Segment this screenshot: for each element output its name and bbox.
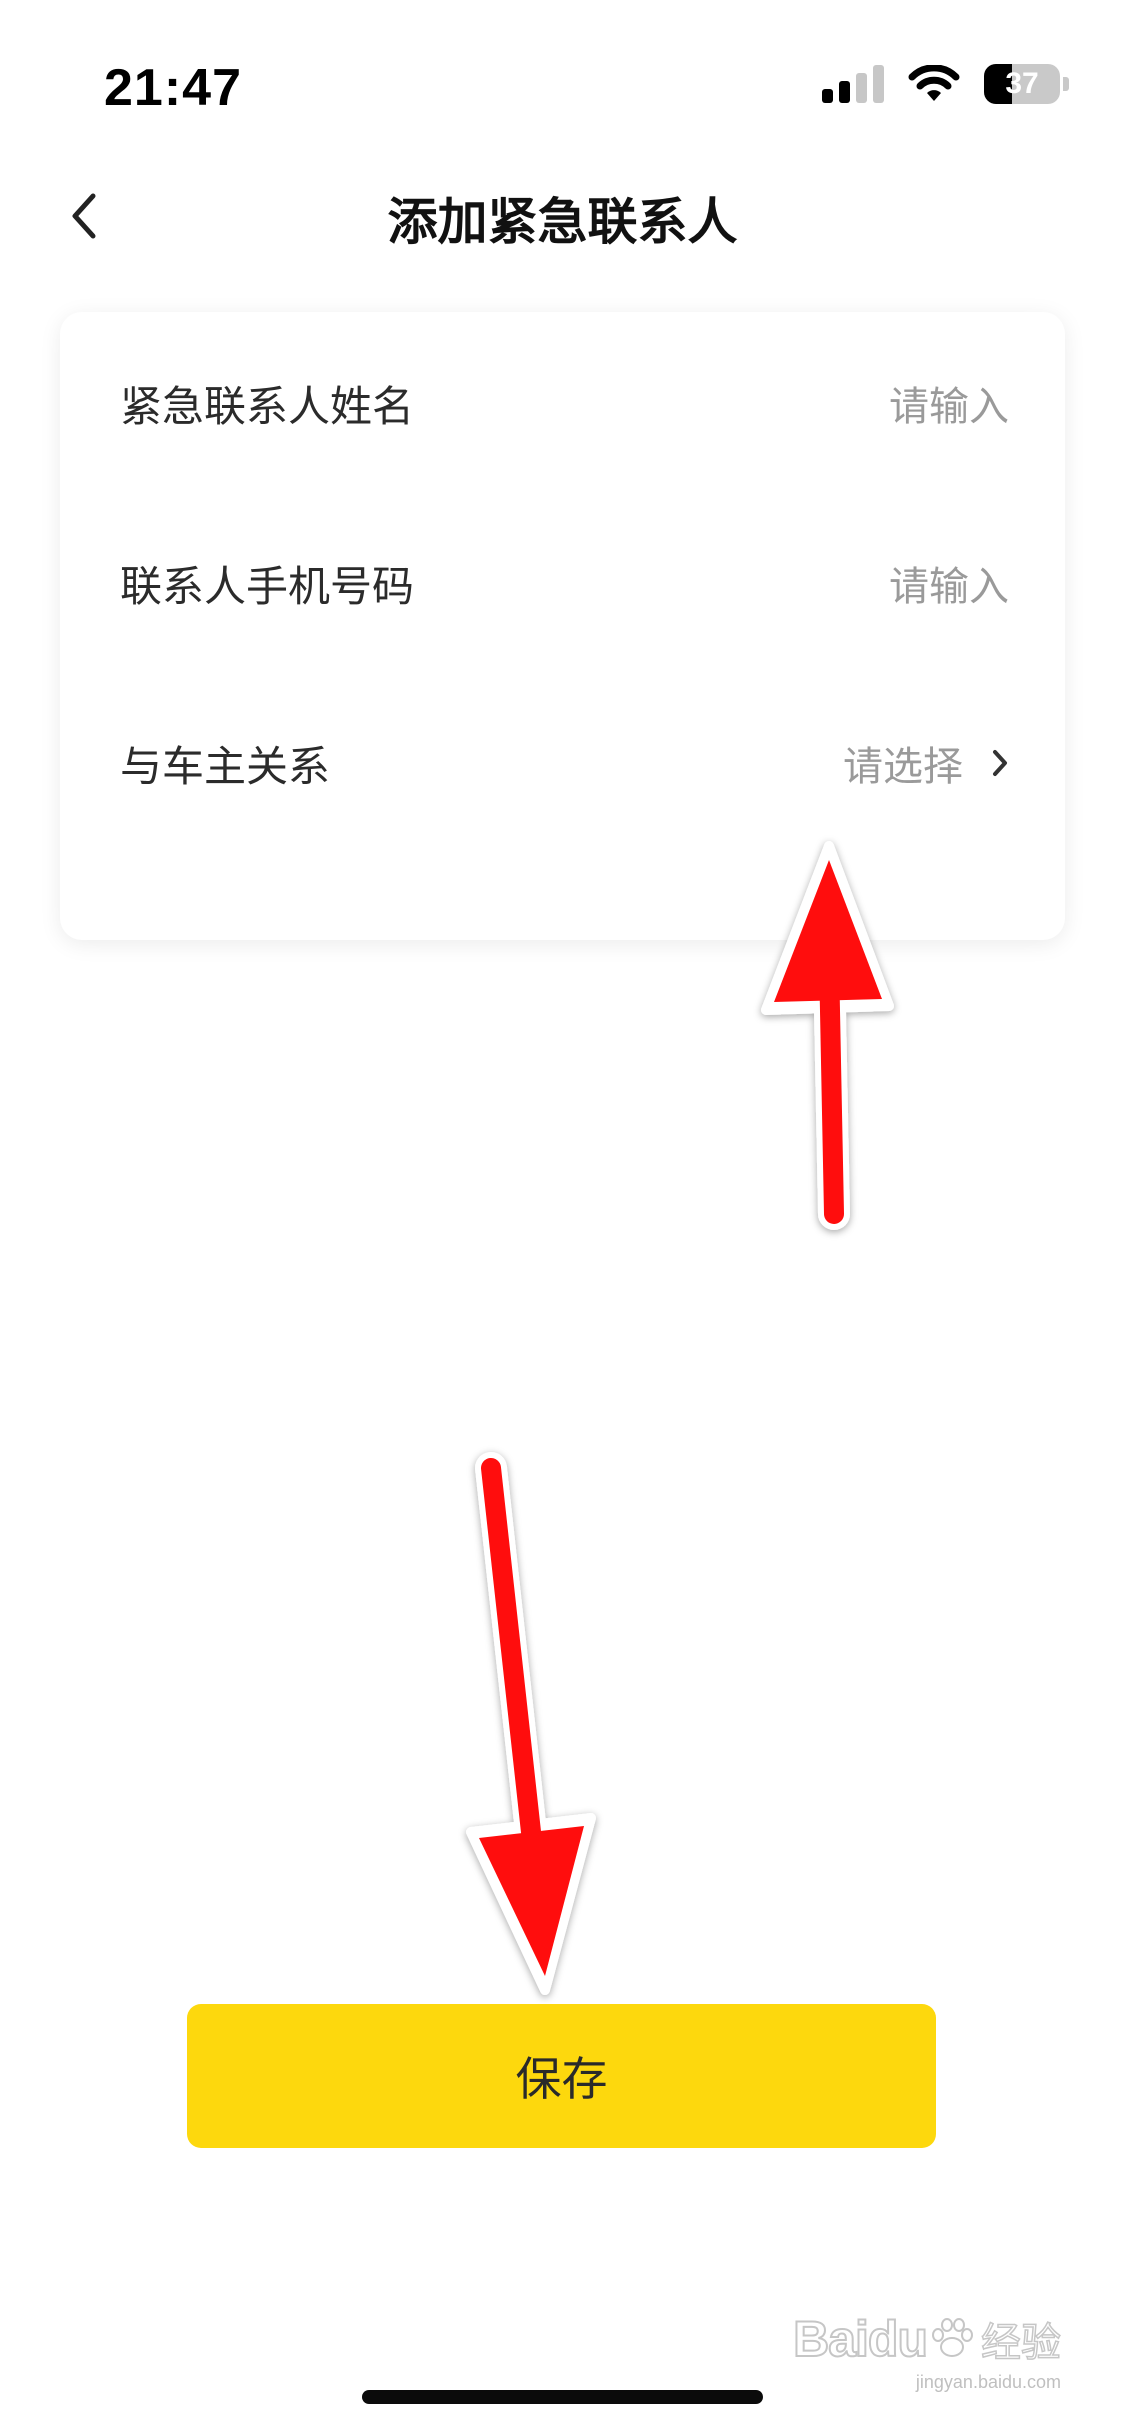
red-arrow-up-icon <box>761 841 894 1230</box>
baidu-jingyan-watermark: Baidu 经验 jingyan.baidu.com <box>792 2310 1062 2392</box>
save-button[interactable]: 保存 <box>187 2004 936 2148</box>
watermark-url: jingyan.baidu.com <box>915 2372 1061 2392</box>
home-indicator[interactable] <box>362 2390 763 2404</box>
paw-icon <box>932 2318 973 2357</box>
watermark-brand: Baidu <box>792 2310 929 2368</box>
red-arrow-down-icon <box>466 1452 596 1995</box>
watermark-cn: 经验 <box>980 2319 1062 2367</box>
